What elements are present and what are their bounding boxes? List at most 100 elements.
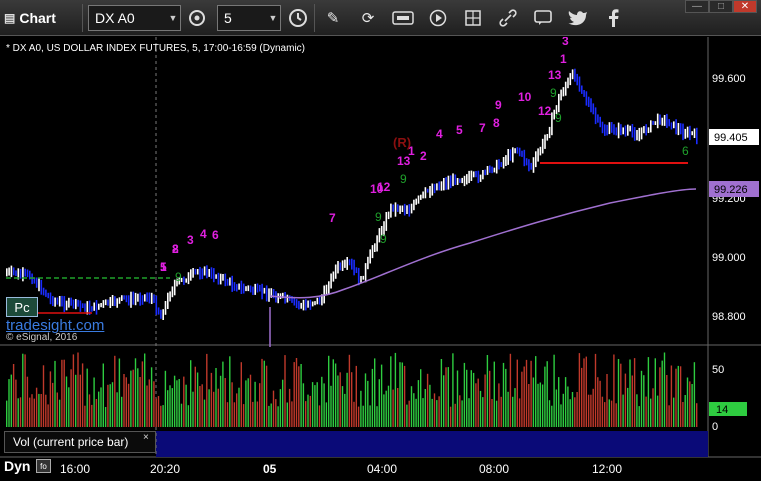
- refresh-icon[interactable]: ⟳: [355, 5, 381, 31]
- price-bar: [578, 76, 581, 92]
- chart-canvas[interactable]: * DX A0, US DOLLAR INDEX FUTURES, 5, 17:…: [0, 37, 761, 481]
- price-bar: [121, 295, 123, 301]
- price-bar: [390, 203, 392, 218]
- price-bar: [663, 115, 666, 126]
- volume-bar: [357, 406, 360, 427]
- settings-icon[interactable]: [184, 5, 210, 31]
- volume-bar: [558, 377, 560, 427]
- chart-panel[interactable]: * DX A0, US DOLLAR INDEX FUTURES, 5, 17:…: [0, 37, 761, 481]
- link-icon[interactable]: [495, 5, 521, 31]
- volume-bar: [215, 368, 217, 427]
- price-bar: [107, 299, 109, 306]
- price-bar: [622, 127, 624, 135]
- price-bar: [650, 120, 652, 133]
- price-bar: [367, 256, 369, 270]
- price-bar: [661, 117, 664, 126]
- volume-bar: [173, 375, 176, 427]
- volume-bar: [295, 358, 298, 427]
- volume-bar: [190, 360, 192, 427]
- volume-bar: [61, 359, 63, 427]
- pencil-icon[interactable]: ✎: [320, 5, 346, 31]
- minimize-icon[interactable]: —: [685, 0, 709, 13]
- price-bar: [608, 122, 611, 135]
- price-bar: [535, 151, 537, 168]
- dyn-label[interactable]: Dyn: [4, 458, 30, 474]
- lock-icon[interactable]: fo: [36, 459, 51, 473]
- price-bar: [238, 283, 240, 290]
- price-bar: [696, 127, 698, 145]
- volume-bar: [24, 354, 26, 427]
- chevron-down-icon[interactable]: ▼: [166, 13, 180, 23]
- volume-bar: [210, 372, 213, 427]
- volume-bar: [307, 394, 309, 427]
- volume-bar: [537, 383, 539, 427]
- volume-study-label[interactable]: Vol (current price bar): [4, 431, 156, 453]
- volume-bar: [578, 353, 581, 427]
- close-icon[interactable]: ×: [143, 432, 149, 443]
- get-icon[interactable]: [390, 5, 416, 31]
- volume-tick: 0: [712, 421, 718, 433]
- price-bar: [682, 123, 684, 141]
- volume-bar: [314, 385, 316, 427]
- clock-icon[interactable]: [285, 5, 311, 31]
- volume-bar: [475, 383, 477, 427]
- maximize-icon[interactable]: □: [709, 0, 733, 13]
- volume-bar: [348, 354, 351, 427]
- volume-bar: [206, 353, 208, 427]
- volume-bar: [275, 399, 277, 427]
- price-bar: [249, 285, 252, 293]
- play-icon[interactable]: [425, 5, 451, 31]
- twitter-icon[interactable]: [565, 5, 591, 31]
- close-icon[interactable]: ✕: [733, 0, 757, 13]
- price-bar: [447, 175, 450, 190]
- price-bar: [436, 183, 438, 191]
- setup-count-label: 8: [172, 242, 179, 256]
- volume-bar: [633, 358, 636, 427]
- message-icon[interactable]: [530, 5, 556, 31]
- volume-bar: [525, 359, 528, 427]
- setup-count-label: 7: [329, 211, 336, 225]
- price-bar: [219, 273, 222, 285]
- volume-bar: [463, 362, 466, 427]
- volume-bar: [406, 404, 408, 427]
- volume-bar: [75, 374, 77, 427]
- price-bar: [263, 287, 266, 294]
- volume-tick: 50: [712, 364, 724, 376]
- volume-bar: [445, 367, 447, 427]
- price-bar: [81, 303, 84, 308]
- price-bar: [654, 121, 657, 125]
- volume-bar: [238, 387, 240, 427]
- grid-icon[interactable]: [460, 5, 486, 31]
- volume-bar: [203, 399, 206, 427]
- volume-bar: [270, 403, 272, 427]
- volume-bar: [645, 396, 647, 427]
- setup-count-label-green: 9: [380, 232, 387, 246]
- volume-bar: [390, 356, 392, 427]
- volume-bar: [52, 382, 54, 427]
- price-bar: [668, 119, 670, 127]
- price-bar: [116, 298, 118, 308]
- pc-badge[interactable]: Pc: [6, 297, 38, 317]
- symbol-input[interactable]: DX A0 ▼: [88, 5, 181, 31]
- chevron-down-icon[interactable]: ▼: [266, 13, 280, 23]
- facebook-icon[interactable]: [600, 5, 626, 31]
- volume-bar: [316, 382, 318, 427]
- price-bar: [466, 174, 468, 185]
- price-bar: [636, 130, 638, 141]
- setup-count-label: 3: [562, 37, 569, 48]
- volume-bar: [617, 359, 620, 427]
- price-bar: [574, 68, 576, 82]
- price-bar: [484, 169, 486, 176]
- volume-bar: [431, 398, 433, 427]
- price-bar: [215, 274, 217, 279]
- price-bar: [47, 292, 49, 299]
- volume-bar: [109, 384, 111, 427]
- volume-bar: [647, 357, 650, 427]
- interval-input[interactable]: 5 ▼: [217, 5, 281, 31]
- volume-bar: [677, 365, 679, 427]
- volume-bar: [403, 365, 406, 427]
- volume-bar: [40, 394, 42, 427]
- volume-bar: [567, 386, 569, 427]
- volume-bar: [81, 363, 84, 427]
- price-bar: [70, 297, 72, 306]
